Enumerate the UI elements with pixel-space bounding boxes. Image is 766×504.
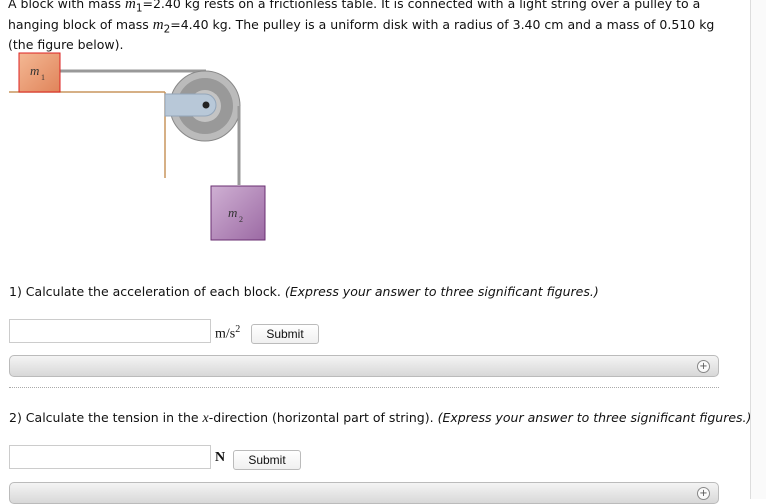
unit-sup: 2 [235, 324, 241, 335]
q2-text: -direction (horizontal part of string). [208, 410, 438, 425]
m1-sub: 1 [41, 73, 45, 82]
unit-newton: N [215, 450, 226, 465]
question-1: 1) Calculate the acceleration of each bl… [9, 284, 599, 299]
pulley-figure: m 1 m 2 [9, 52, 266, 241]
tension-input[interactable] [9, 445, 211, 469]
block-m1 [18, 52, 61, 93]
submit-button-2[interactable]: Submit [233, 450, 301, 470]
unit-acceleration: m/s2 [215, 324, 240, 343]
expand-plus-icon[interactable]: + [697, 487, 710, 500]
scrollbar[interactable] [750, 0, 766, 499]
expand-plus-icon[interactable]: + [697, 360, 710, 373]
pulley-axle [202, 101, 210, 109]
m2-sub: 2 [239, 215, 243, 224]
var-m2: m [152, 16, 164, 33]
submit-button-1[interactable]: Submit [251, 324, 319, 344]
acceleration-input[interactable] [9, 319, 211, 343]
question-2: 2) Calculate the tension in the x-direct… [9, 410, 751, 427]
var-m1: m [125, 0, 136, 12]
m2-label: m [228, 205, 237, 220]
answer-panel-2[interactable]: + [9, 482, 719, 504]
block-m2 [210, 185, 266, 241]
q2-text: 2) Calculate the tension in the [9, 410, 203, 425]
divider [9, 387, 719, 388]
q2-hint: (Express your answer to three significan… [437, 410, 752, 425]
q1-hint: (Express your answer to three significan… [284, 284, 599, 299]
text: A block with mass [8, 0, 125, 11]
unit-text: m/s [215, 326, 236, 342]
q1-text: 1) Calculate the acceleration of each bl… [9, 284, 285, 299]
answer-panel-1[interactable]: + [9, 355, 719, 377]
m1-label: m [30, 63, 39, 78]
